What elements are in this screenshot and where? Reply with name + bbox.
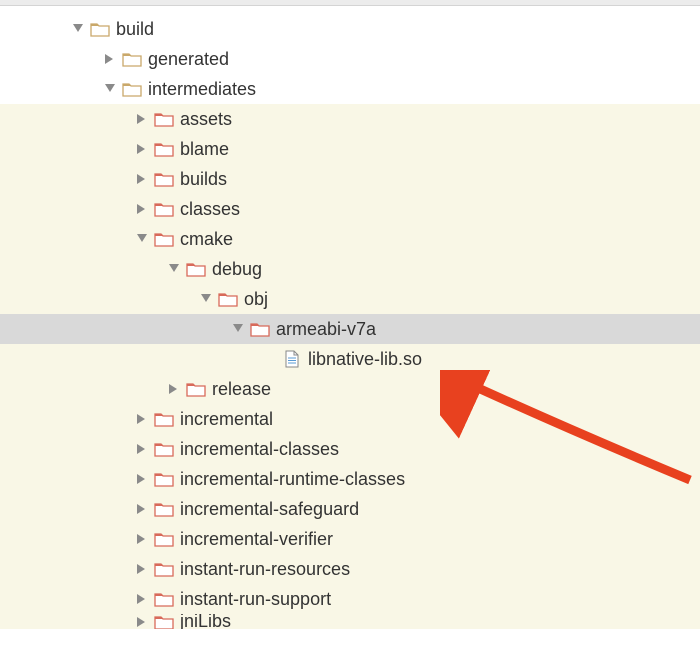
chevron-down-icon[interactable] — [230, 321, 246, 337]
tree-label: incremental-verifier — [180, 529, 333, 550]
tree-label: obj — [244, 289, 268, 310]
chevron-right-icon[interactable] — [134, 441, 150, 457]
folder-icon — [154, 409, 174, 429]
tree-row-instant-run-resources[interactable]: instant-run-resources — [0, 554, 700, 584]
tree-row-incremental-verifier[interactable]: incremental-verifier — [0, 524, 700, 554]
tree-label: builds — [180, 169, 227, 190]
folder-icon — [218, 289, 238, 309]
tree-label: generated — [148, 49, 229, 70]
folder-icon — [154, 139, 174, 159]
tree-label: incremental-safeguard — [180, 499, 359, 520]
tree-row-armeabi-v7a[interactable]: armeabi-v7a — [0, 314, 700, 344]
tree-row-release[interactable]: release — [0, 374, 700, 404]
chevron-down-icon[interactable] — [134, 231, 150, 247]
tree-label: armeabi-v7a — [276, 319, 376, 340]
file-tree: build generated intermediates assets — [0, 6, 700, 629]
tree-row-jnilibs[interactable]: jniLibs — [0, 614, 700, 629]
tree-label: classes — [180, 199, 240, 220]
folder-icon — [154, 439, 174, 459]
chevron-down-icon[interactable] — [198, 291, 214, 307]
tree-label: blame — [180, 139, 229, 160]
folder-icon — [154, 169, 174, 189]
tree-label: instant-run-support — [180, 589, 331, 610]
folder-icon — [154, 529, 174, 549]
tree-row-libnative[interactable]: libnative-lib.so — [0, 344, 700, 374]
chevron-right-icon[interactable] — [134, 591, 150, 607]
tree-row-obj[interactable]: obj — [0, 284, 700, 314]
tree-row-builds[interactable]: builds — [0, 164, 700, 194]
chevron-right-icon[interactable] — [134, 614, 150, 629]
chevron-right-icon[interactable] — [134, 471, 150, 487]
folder-icon — [154, 469, 174, 489]
chevron-right-icon[interactable] — [134, 171, 150, 187]
tree-row-intermediates[interactable]: intermediates — [0, 74, 700, 104]
tree-row-debug[interactable]: debug — [0, 254, 700, 284]
tree-label: release — [212, 379, 271, 400]
tree-row-instant-run-support[interactable]: instant-run-support — [0, 584, 700, 614]
folder-icon — [154, 109, 174, 129]
tree-label: jniLibs — [180, 614, 231, 629]
tree-label: debug — [212, 259, 262, 280]
chevron-right-icon[interactable] — [134, 501, 150, 517]
tree-label: libnative-lib.so — [308, 349, 422, 370]
tree-label: incremental-runtime-classes — [180, 469, 405, 490]
tree-label: cmake — [180, 229, 233, 250]
folder-icon — [154, 499, 174, 519]
tree-label: assets — [180, 109, 232, 130]
chevron-right-icon[interactable] — [134, 201, 150, 217]
chevron-down-icon[interactable] — [70, 21, 86, 37]
folder-icon — [122, 79, 142, 99]
folder-icon — [154, 589, 174, 609]
chevron-right-icon[interactable] — [102, 51, 118, 67]
tree-row-assets[interactable]: assets — [0, 104, 700, 134]
chevron-right-icon[interactable] — [134, 411, 150, 427]
tree-row-blame[interactable]: blame — [0, 134, 700, 164]
tree-label: incremental-classes — [180, 439, 339, 460]
tree-label: intermediates — [148, 79, 256, 100]
chevron-right-icon[interactable] — [134, 141, 150, 157]
tree-row-classes[interactable]: classes — [0, 194, 700, 224]
chevron-right-icon[interactable] — [134, 531, 150, 547]
folder-icon — [154, 199, 174, 219]
folder-icon — [186, 379, 206, 399]
tree-row-generated[interactable]: generated — [0, 44, 700, 74]
folder-icon — [154, 559, 174, 579]
folder-icon — [122, 49, 142, 69]
chevron-right-icon[interactable] — [166, 381, 182, 397]
folder-icon — [90, 19, 110, 39]
folder-icon — [154, 614, 174, 629]
folder-icon — [250, 319, 270, 339]
tree-row-incremental[interactable]: incremental — [0, 404, 700, 434]
tree-label: build — [116, 19, 154, 40]
tree-label: incremental — [180, 409, 273, 430]
tree-row-incremental-runtime-classes[interactable]: incremental-runtime-classes — [0, 464, 700, 494]
tree-row-build[interactable]: build — [0, 14, 700, 44]
chevron-down-icon[interactable] — [102, 81, 118, 97]
chevron-right-icon[interactable] — [134, 111, 150, 127]
tree-row-incremental-safeguard[interactable]: incremental-safeguard — [0, 494, 700, 524]
file-icon — [282, 349, 302, 369]
folder-icon — [186, 259, 206, 279]
tree-row-cmake[interactable]: cmake — [0, 224, 700, 254]
chevron-down-icon[interactable] — [166, 261, 182, 277]
tree-row-incremental-classes[interactable]: incremental-classes — [0, 434, 700, 464]
chevron-right-icon[interactable] — [134, 561, 150, 577]
folder-icon — [154, 229, 174, 249]
tree-label: instant-run-resources — [180, 559, 350, 580]
